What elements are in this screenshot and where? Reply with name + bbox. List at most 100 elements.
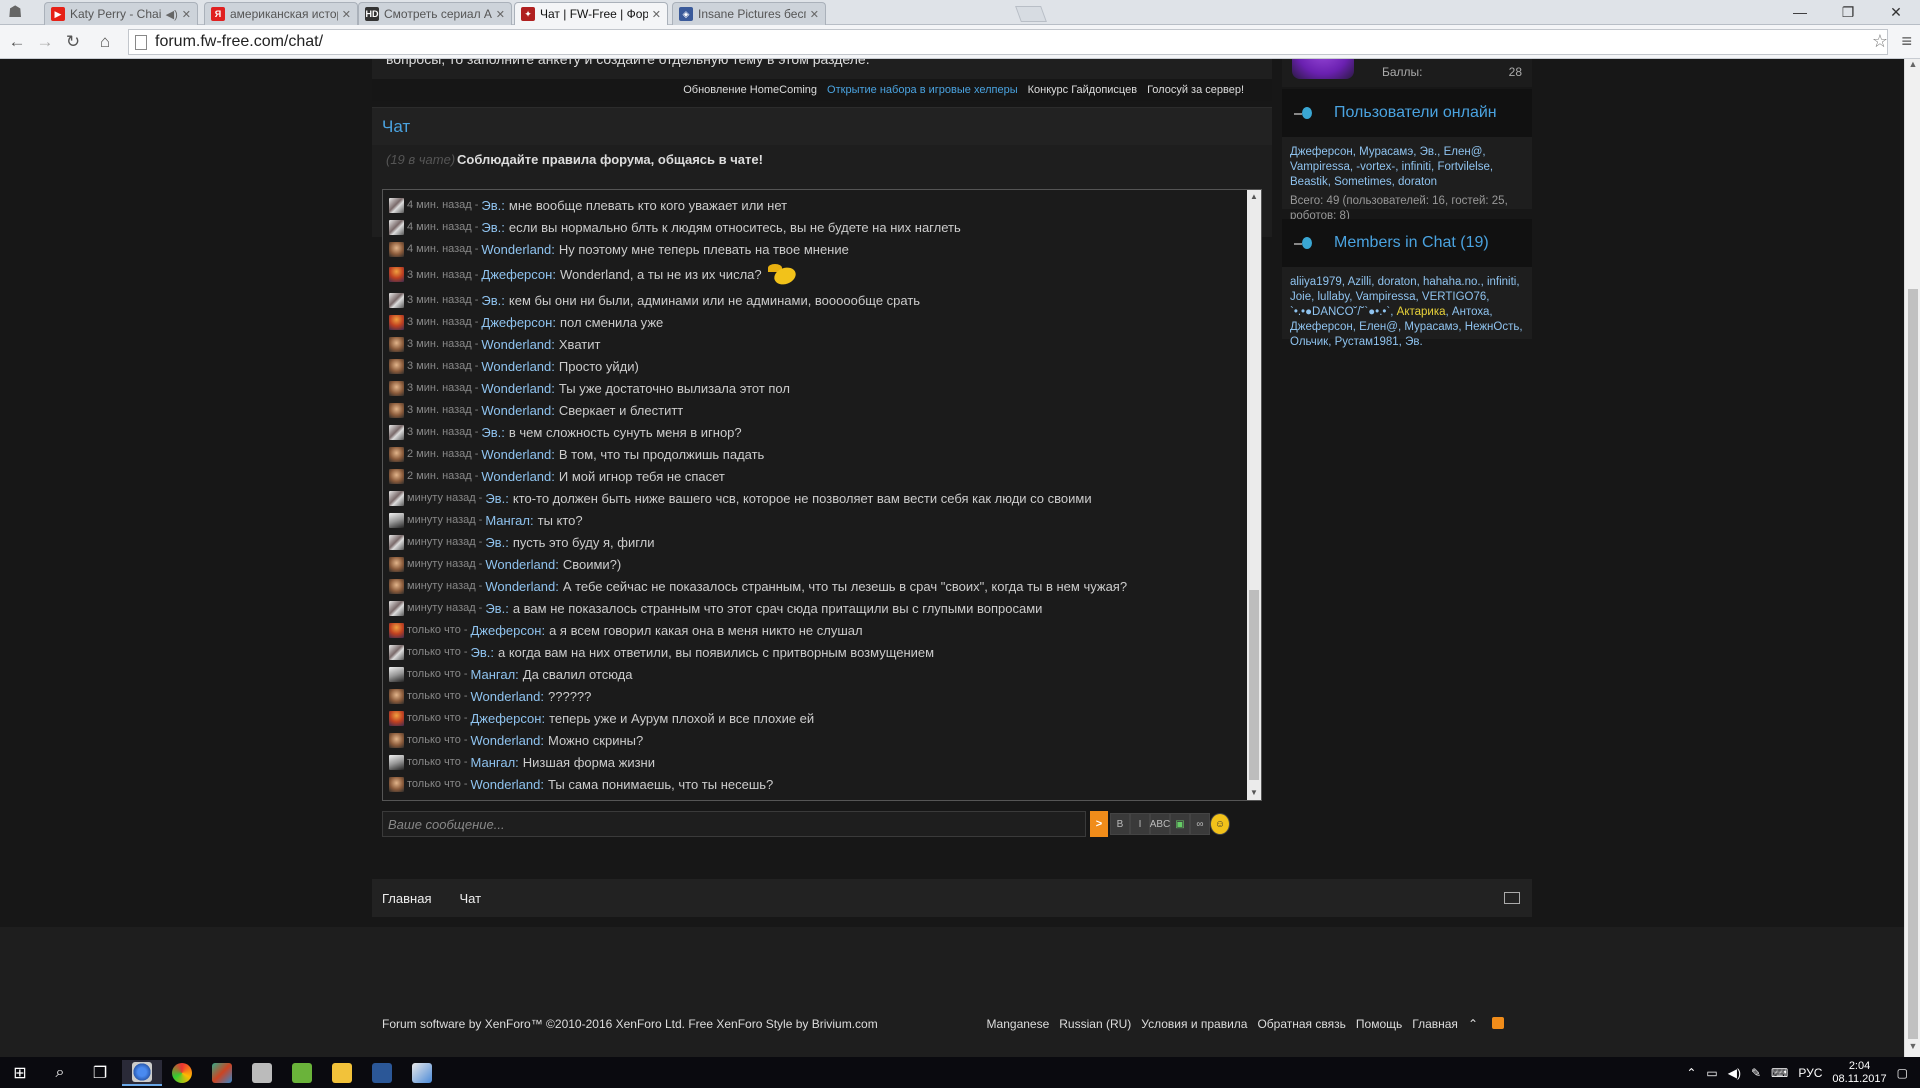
message-author[interactable]: Wonderland <box>485 557 555 572</box>
message-author[interactable]: Wonderland <box>481 447 551 462</box>
scroll-down-arrow[interactable]: ▼ <box>1247 786 1261 800</box>
paint-app-icon[interactable] <box>402 1060 442 1086</box>
user-avatar-icon[interactable] <box>389 512 404 528</box>
network-icon[interactable]: ▭ <box>1706 1066 1717 1080</box>
forward-icon[interactable]: → <box>34 31 56 53</box>
language-indicator[interactable]: РУС <box>1798 1066 1822 1080</box>
chat-member-link[interactable]: Vampiressa <box>1356 291 1416 303</box>
page-scrollbar-thumb[interactable] <box>1908 289 1918 1039</box>
scroll-top-icon[interactable]: ⌃ <box>1468 1017 1478 1031</box>
notifications-icon[interactable]: ▢ <box>1897 1066 1908 1080</box>
online-users-title[interactable]: Пользователи онлайн <box>1334 104 1497 122</box>
user-avatar-icon[interactable] <box>389 292 404 308</box>
user-avatar-icon[interactable] <box>389 688 404 704</box>
user-avatar-icon[interactable] <box>389 468 404 484</box>
tools-app-icon[interactable] <box>242 1060 282 1086</box>
italic-button[interactable]: I <box>1130 813 1150 835</box>
new-tab-button[interactable] <box>1015 6 1047 22</box>
chat-member-link[interactable]: Актарика <box>1397 306 1446 318</box>
chat-messages-box[interactable]: 4 мин. назад - Эв.: мне вообще плевать кто … <box>382 189 1262 801</box>
chat-member-link[interactable]: infiniti <box>1487 276 1516 288</box>
message-author[interactable]: Эв. <box>485 491 505 506</box>
message-author[interactable]: Wonderland <box>481 403 551 418</box>
chat-member-link[interactable]: НежнОсть <box>1465 321 1520 333</box>
online-user-link[interactable]: Beastik <box>1290 176 1328 188</box>
reload-icon[interactable]: ↻ <box>62 31 84 53</box>
online-user-link[interactable]: doraton <box>1398 176 1437 188</box>
chat-member-link[interactable]: doraton <box>1378 276 1417 288</box>
home-icon[interactable]: ⌂ <box>94 31 116 53</box>
chat-member-link[interactable]: Антоха <box>1452 306 1489 318</box>
user-avatar-icon[interactable] <box>389 776 404 792</box>
pen-icon[interactable]: ✎ <box>1751 1066 1761 1080</box>
footer-link[interactable]: Главная <box>1412 1017 1458 1031</box>
user-avatar-icon[interactable] <box>389 732 404 748</box>
strike-button[interactable]: ABC <box>1150 813 1170 835</box>
online-user-link[interactable]: Елен@ <box>1444 146 1483 158</box>
window-toggle-icon[interactable] <box>1504 892 1520 904</box>
message-author[interactable]: Wonderland <box>471 689 541 704</box>
browser-tab[interactable]: ✦ Чат | FW-Free | Форум ✕ <box>514 2 668 25</box>
chat-member-link[interactable]: Мурасамэ <box>1404 321 1458 333</box>
notice-link[interactable]: Конкурс Гайдописцев <box>1028 84 1137 96</box>
tab-audio-icon[interactable]: ◀) <box>166 8 178 21</box>
tray-chevron-icon[interactable]: ⌃ <box>1686 1066 1696 1080</box>
volume-icon[interactable]: ◀) <box>1728 1066 1741 1080</box>
bookmark-star-icon[interactable]: ☆ <box>1872 31 1888 52</box>
online-user-link[interactable]: Fortvilelse <box>1437 161 1489 173</box>
online-user-link[interactable]: Мурасамэ <box>1359 146 1413 158</box>
tab-close-icon[interactable]: ✕ <box>342 8 351 21</box>
online-user-link[interactable]: Эв. <box>1420 146 1438 158</box>
browser-tab[interactable]: Яамериканская история у ✕ <box>204 2 358 25</box>
chat-scrollbar-thumb[interactable] <box>1249 590 1259 780</box>
user-avatar-icon[interactable] <box>389 197 404 213</box>
color-app-icon[interactable] <box>162 1060 202 1086</box>
maximize-button[interactable]: ❐ <box>1828 2 1868 22</box>
chat-scrollbar[interactable]: ▲ ▼ <box>1247 190 1261 800</box>
message-author[interactable]: Мангал <box>471 755 516 770</box>
user-avatar-icon[interactable] <box>389 402 404 418</box>
user-avatar-icon[interactable] <box>389 644 404 660</box>
user-avatar-icon[interactable] <box>389 710 404 726</box>
message-author[interactable]: Джеферсон <box>471 623 542 638</box>
chrome-app-icon[interactable] <box>122 1060 162 1086</box>
chat-message-input[interactable] <box>382 811 1086 837</box>
chat-members-title[interactable]: Members in Chat (19) <box>1334 234 1489 252</box>
task-view-icon[interactable]: ❐ <box>80 1060 120 1086</box>
message-author[interactable]: Wonderland <box>471 777 541 792</box>
close-window-button[interactable]: ✕ <box>1876 2 1916 22</box>
user-avatar-icon[interactable] <box>389 380 404 396</box>
rss-icon[interactable] <box>1492 1017 1504 1029</box>
user-avatar-icon[interactable] <box>389 622 404 638</box>
notice-link[interactable]: Голосуй за сервер! <box>1147 84 1244 96</box>
scroll-up-arrow[interactable]: ▲ <box>1247 190 1261 204</box>
message-author[interactable]: Эв. <box>481 293 501 308</box>
nav-chat-link[interactable]: Чат <box>459 891 481 906</box>
browser-tab[interactable]: HD Смотреть сериал Амери ✕ <box>358 2 512 25</box>
notice-link[interactable]: Открытие набора в игровые хелперы <box>827 84 1018 96</box>
page-scroll-up[interactable]: ▲ <box>1905 59 1920 75</box>
back-icon[interactable]: ← <box>6 31 28 53</box>
nvidia-app-icon[interactable] <box>282 1060 322 1086</box>
chat-member-link[interactable]: Джеферсон <box>1290 321 1353 333</box>
user-avatar-icon[interactable] <box>389 446 404 462</box>
tab-close-icon[interactable]: ✕ <box>496 8 505 21</box>
chat-member-link[interactable]: lullaby <box>1318 291 1350 303</box>
user-avatar-icon[interactable] <box>389 241 404 257</box>
chat-member-link[interactable]: Joie <box>1290 291 1311 303</box>
message-author[interactable]: Эв. <box>481 220 501 235</box>
footer-link[interactable]: Russian (RU) <box>1059 1017 1131 1031</box>
search-icon[interactable]: ⌕ <box>40 1060 80 1086</box>
send-button[interactable]: > <box>1090 811 1108 837</box>
word-app-icon[interactable] <box>362 1060 402 1086</box>
chat-member-link[interactable]: Эв. <box>1405 336 1423 348</box>
user-avatar-icon[interactable] <box>389 578 404 594</box>
browser-menu-icon[interactable]: ≡ <box>1901 31 1912 52</box>
image-button[interactable]: ▣ <box>1170 813 1190 835</box>
online-user-link[interactable]: -vortex- <box>1356 161 1395 173</box>
page-scroll-down[interactable]: ▼ <box>1905 1041 1920 1057</box>
chat-member-link[interactable]: Рустам1981 <box>1335 336 1399 348</box>
footer-link[interactable]: Manganese <box>987 1017 1050 1031</box>
chat-member-link[interactable]: Ольчик <box>1290 336 1328 348</box>
chat-member-link[interactable]: VERTIGO76 <box>1422 291 1486 303</box>
